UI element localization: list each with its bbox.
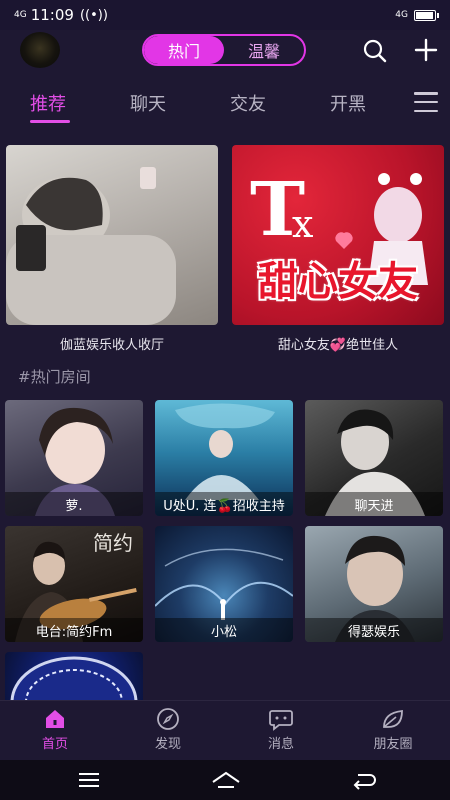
room-label: U处U. 连🍒招收主持	[155, 492, 293, 516]
featured-caption-2: 甜心女友💞绝世佳人	[277, 338, 399, 353]
room-card[interactable]: 得瑟娱乐	[305, 526, 443, 642]
bottom-nav: 首页 发现 消息 朋友圈	[0, 700, 450, 760]
featured-photo-1	[6, 167, 176, 325]
room-card[interactable]: 简约 电台:简约Fm	[5, 526, 143, 642]
featured-card-2[interactable]: T x 甜心女友	[232, 145, 444, 325]
home-icon	[46, 710, 64, 728]
home-button-icon[interactable]	[210, 768, 242, 792]
featured-card-1[interactable]	[6, 145, 218, 325]
signal-icon: 4G	[14, 10, 27, 20]
room-label: 聊天进	[305, 492, 443, 516]
nav-discover-label: 发现	[154, 737, 181, 752]
back-icon[interactable]	[350, 768, 376, 792]
room-card[interactable]: U处U. 连🍒招收主持	[155, 400, 293, 516]
featured-caption-1: 伽蓝娱乐收人收厅	[59, 338, 164, 353]
featured-poster-title: 甜心女友	[258, 259, 418, 305]
chat-icon	[269, 710, 293, 731]
system-nav-bar	[0, 760, 450, 800]
room-label: 电台:简约Fm	[5, 618, 143, 642]
tab-friends[interactable]: 交友	[230, 90, 266, 116]
room-card[interactable]: 萝.	[5, 400, 143, 516]
nav-messages[interactable]: 消息	[246, 707, 316, 752]
nav-home[interactable]: 首页	[20, 707, 90, 752]
room-card[interactable]	[5, 652, 143, 700]
compass-icon	[157, 708, 179, 730]
room-thumbnail	[10, 656, 138, 700]
seg-warm[interactable]: 温馨	[224, 36, 304, 64]
menu-icon[interactable]	[414, 92, 438, 112]
nav-discover[interactable]: 发现	[133, 707, 203, 752]
tab-recommend[interactable]: 推荐	[30, 90, 66, 116]
hot-warm-toggle: 热门 温馨	[142, 34, 306, 66]
search-icon[interactable]	[362, 38, 388, 64]
avatar[interactable]	[20, 32, 60, 68]
tab-chat[interactable]: 聊天	[130, 90, 166, 116]
signal-right-icon: 4G	[395, 10, 408, 20]
room-card[interactable]: 聊天进	[305, 400, 443, 516]
nav-home-label: 首页	[41, 737, 68, 752]
tab-gaming[interactable]: 开黑	[330, 90, 366, 116]
category-tabs: 推荐 聊天 交友 开黑	[0, 84, 450, 128]
battery-icon	[414, 9, 439, 21]
plus-icon[interactable]	[414, 38, 438, 62]
clock: 11:09	[30, 6, 74, 24]
room-card[interactable]: 小松	[155, 526, 293, 642]
status-bar: 4G 11:09 ((•)) 4G	[0, 0, 450, 30]
seg-hot[interactable]: 热门	[144, 36, 224, 64]
leaf-icon	[383, 709, 403, 728]
recent-apps-icon[interactable]	[76, 768, 102, 792]
nav-messages-label: 消息	[267, 737, 294, 752]
room-label: 小松	[155, 618, 293, 642]
room-poster-text: 简约	[93, 531, 133, 555]
status-right: 4G	[395, 9, 439, 21]
room-label: 得瑟娱乐	[305, 618, 443, 642]
svg-text:x: x	[292, 202, 313, 246]
top-bar: 热门 温馨	[0, 30, 450, 80]
nav-moments[interactable]: 朋友圈	[358, 707, 428, 752]
tab-underline	[30, 120, 70, 123]
nav-moments-label: 朋友圈	[373, 737, 413, 752]
hotspot-icon: ((•))	[79, 7, 108, 23]
room-label: 萝.	[5, 492, 143, 516]
section-title-hot-rooms: #热门房间	[18, 368, 91, 386]
